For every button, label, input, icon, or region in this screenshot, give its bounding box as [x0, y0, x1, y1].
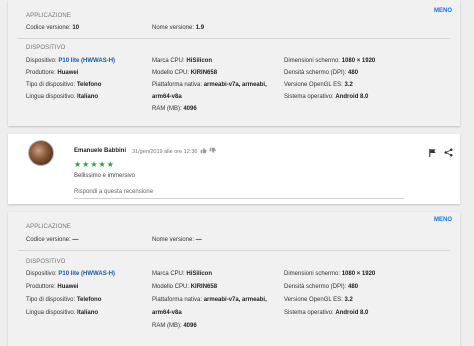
cpu-model-row: Modello CPU: KIRIN658 — [152, 284, 218, 290]
device-language-row: Lingua dispositivo: Italiano — [26, 94, 99, 100]
avatar — [28, 140, 54, 166]
ram-row: RAM (MB): 4096 — [152, 106, 197, 112]
device-row: Dispositivo: P10 lite (HWWAS-H) — [26, 58, 116, 64]
native-platform-row-cont: arm64-v8a — [152, 94, 182, 100]
divider — [18, 38, 450, 39]
screen-size-row: Dimensioni schermo: 1080 × 1920 — [284, 271, 376, 277]
device-link[interactable]: P10 lite (HWWAS-H) — [58, 58, 115, 64]
reply-input[interactable]: Rispondi a questa recensione — [74, 189, 153, 195]
review-text: Bellissimo e immersivo — [74, 173, 136, 179]
ram-row: RAM (MB): 4096 — [152, 323, 197, 329]
native-platform-row: Piattaforma nativa: armeabi-v7a, armeabi… — [152, 82, 267, 88]
less-button[interactable]: MENO — [434, 217, 452, 223]
version-name-row: Nome versione: — — [152, 237, 202, 243]
native-platform-row: Piattaforma nativa: armeabi-v7a, armeabi… — [152, 297, 267, 303]
device-language-row: Lingua dispositivo: Italiano — [26, 310, 99, 316]
review-date: 31/gen/2019 alle ore 12:36 — [132, 148, 198, 155]
version-code-row: Codice versione: — — [26, 237, 79, 243]
reply-input-underline — [74, 198, 404, 199]
opengl-version-row: Versione OpenGL ES: 3.2 — [284, 297, 353, 303]
app-section-title: APPLICAZIONE — [26, 224, 71, 230]
device-type-row: Tipo di dispositivo: Telefono — [26, 297, 102, 303]
native-platform-row-cont: arm64-v8a — [152, 310, 182, 316]
manufacturer-row: Produttore: Huawei — [26, 70, 79, 76]
os-row: Sistema operativo: Android 8.0 — [284, 310, 369, 316]
cpu-brand-row: Marca CPU: HiSilicon — [152, 58, 213, 64]
device-section-title: DISPOSITIVO — [26, 45, 66, 51]
screen-size-row: Dimensioni schermo: 1080 × 1920 — [284, 58, 376, 64]
device-info-panel-top: MENO APPLICAZIONE Codice versione: 10 No… — [8, 0, 460, 126]
app-section-title: APPLICAZIONE — [26, 13, 71, 19]
thumb-down-icon[interactable] — [209, 147, 216, 156]
cpu-brand-row: Marca CPU: HiSilicon — [152, 271, 213, 277]
opengl-version-row: Versione OpenGL ES: 3.2 — [284, 82, 353, 88]
review-card: Emanuele Babbini 31/gen/2019 alle ore 12… — [8, 134, 460, 204]
share-icon[interactable] — [444, 148, 453, 159]
device-section-title: DISPOSITIVO — [26, 259, 66, 265]
review-author: Emanuele Babbini — [74, 148, 127, 154]
device-type-row: Tipo di dispositivo: Telefono — [26, 82, 102, 88]
version-name-row: Nome versione: 1.9 — [152, 25, 205, 31]
version-code-row: Codice versione: 10 — [26, 25, 80, 31]
star-rating: ★★★★★ — [74, 160, 115, 169]
screen-density-row: Densità schermo (DPI): 480 — [284, 284, 359, 290]
device-row: Dispositivo: P10 lite (HWWAS-H) — [26, 271, 116, 277]
device-link[interactable]: P10 lite (HWWAS-H) — [58, 271, 115, 277]
less-button[interactable]: MENO — [434, 8, 452, 14]
device-info-panel-bottom: MENO APPLICAZIONE Codice versione: — Nom… — [8, 212, 460, 346]
flag-icon[interactable] — [428, 148, 437, 159]
thumb-up-icon[interactable] — [200, 147, 207, 156]
divider — [18, 250, 450, 251]
os-row: Sistema operativo: Android 8.0 — [284, 94, 369, 100]
cpu-model-row: Modello CPU: KIRIN658 — [152, 70, 218, 76]
screen-density-row: Densità schermo (DPI): 480 — [284, 70, 359, 76]
manufacturer-row: Produttore: Huawei — [26, 284, 79, 290]
